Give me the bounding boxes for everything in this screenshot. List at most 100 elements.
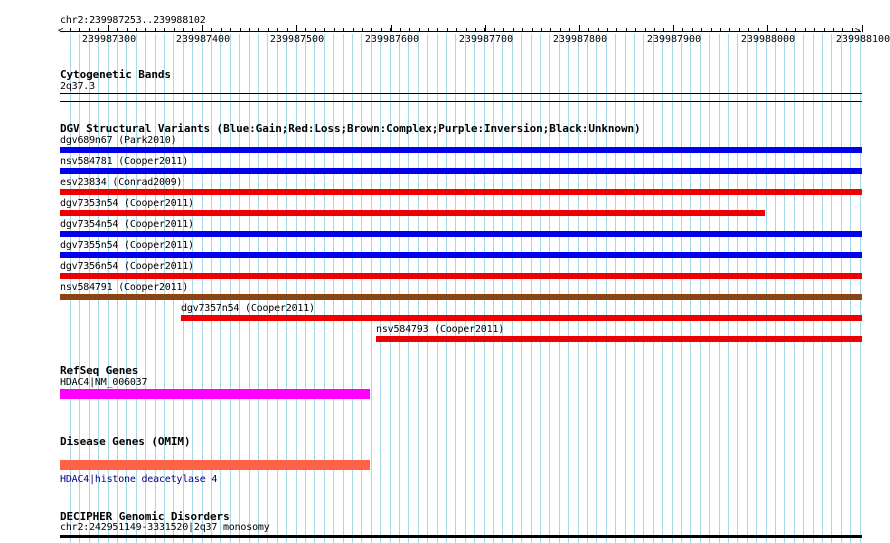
variant-bar-gain[interactable] <box>60 147 862 153</box>
decipher-bar[interactable] <box>60 535 862 538</box>
ruler-minor-tick <box>343 28 344 32</box>
ruler-minor-tick <box>164 28 165 32</box>
ruler-minor-tick <box>814 28 815 32</box>
ruler-minor-tick <box>324 28 325 32</box>
dgv-track-title: DGV Structural Variants (Blue:Gain;Red:L… <box>60 122 641 135</box>
ruler-minor-tick <box>824 28 825 32</box>
ruler-minor-tick <box>748 28 749 32</box>
ruler-minor-tick <box>682 28 683 32</box>
ruler-minor-tick <box>550 28 551 32</box>
ruler-minor-tick <box>277 28 278 32</box>
ruler-minor-tick <box>211 28 212 32</box>
refseq-track-title: RefSeq Genes <box>60 364 139 377</box>
ruler-minor-tick <box>240 28 241 32</box>
ruler-minor-tick <box>287 28 288 32</box>
variant-label[interactable]: dgv7356n54 (Cooper2011) <box>60 261 194 273</box>
ruler-minor-tick <box>419 28 420 32</box>
ruler-minor-tick <box>221 28 222 32</box>
ruler-minor-tick <box>532 28 533 32</box>
ruler-tick-label: 239987600 <box>364 34 420 45</box>
variant-label[interactable]: esv23834 (Conrad2009) <box>60 177 182 189</box>
omim-track-title: Disease Genes (OMIM) <box>60 435 191 448</box>
variant-bar-gain[interactable] <box>60 252 862 258</box>
ruler-minor-tick <box>739 28 740 32</box>
cytoband-label: 2q37.3 <box>60 81 95 92</box>
ruler-minor-tick <box>127 28 128 32</box>
ruler-minor-tick <box>503 28 504 32</box>
ruler-minor-tick <box>296 28 297 32</box>
omim-gene-label[interactable]: HDAC4|histone deacetylase 4 <box>60 474 217 486</box>
ruler-minor-tick <box>842 28 843 32</box>
ruler-minor-tick <box>466 28 467 32</box>
ruler-minor-tick <box>560 28 561 32</box>
ruler-minor-tick <box>833 28 834 32</box>
ruler-minor-tick <box>136 28 137 32</box>
variant-label[interactable]: dgv7355n54 (Cooper2011) <box>60 240 194 252</box>
cytoband-line-bottom <box>60 101 862 102</box>
ruler-minor-tick <box>598 28 599 32</box>
variant-bar-gain[interactable] <box>60 168 862 174</box>
variant-label[interactable]: dgv689n67 (Park2010) <box>60 135 177 147</box>
variant-label[interactable]: dgv7354n54 (Cooper2011) <box>60 219 194 231</box>
ruler-minor-tick <box>456 28 457 32</box>
ruler-tick <box>862 25 863 32</box>
ruler-minor-tick <box>371 28 372 32</box>
ruler-minor-tick <box>729 28 730 32</box>
omim-gene-bar[interactable] <box>60 460 370 470</box>
ruler-minor-tick <box>353 28 354 32</box>
ruler-minor-tick <box>494 28 495 32</box>
variant-label[interactable]: nsv584781 (Cooper2011) <box>60 156 188 168</box>
ruler-minor-tick <box>795 28 796 32</box>
variant-bar-loss[interactable] <box>60 210 765 216</box>
refseq-gene-label[interactable]: HDAC4|NM_006037 <box>60 377 148 389</box>
cytoband-track-title: Cytogenetic Bands <box>60 68 171 81</box>
ruler-minor-tick <box>192 28 193 32</box>
ruler-tick-label: 239988000 <box>740 34 796 45</box>
ruler-minor-tick <box>334 28 335 32</box>
ruler-tick-label: 239987900 <box>646 34 702 45</box>
cytoband-line-top <box>60 93 862 94</box>
ruler-minor-tick <box>654 28 655 32</box>
ruler-minor-tick <box>437 28 438 32</box>
ruler-minor-tick <box>569 28 570 32</box>
ruler-minor-tick <box>89 28 90 32</box>
ruler-minor-tick <box>475 28 476 32</box>
ruler-minor-tick <box>183 28 184 32</box>
ruler-location: chr2:239987253..239988102 <box>60 15 206 26</box>
ruler-minor-tick <box>588 28 589 32</box>
ruler-minor-tick <box>174 28 175 32</box>
variant-label[interactable]: nsv584793 (Cooper2011) <box>376 324 504 336</box>
variant-label[interactable]: nsv584791 (Cooper2011) <box>60 282 188 294</box>
ruler-minor-tick <box>428 28 429 32</box>
refseq-gene-bar[interactable] <box>60 389 370 399</box>
ruler-minor-tick <box>202 28 203 32</box>
ruler-minor-tick <box>145 28 146 32</box>
ruler-minor-tick <box>98 28 99 32</box>
ruler-minor-tick <box>635 28 636 32</box>
ruler-minor-tick <box>692 28 693 32</box>
ruler-minor-tick <box>258 28 259 32</box>
ruler-minor-tick <box>607 28 608 32</box>
variant-bar-loss[interactable] <box>60 273 862 279</box>
decipher-label[interactable]: chr2:242951149-3331520|2q37 monosomy <box>60 522 270 534</box>
ruler-minor-tick <box>70 28 71 32</box>
ruler-minor-tick <box>805 28 806 32</box>
variant-bar-gain[interactable] <box>60 231 862 237</box>
ruler-tick-label: 239987400 <box>175 34 231 45</box>
ruler-minor-tick <box>249 28 250 32</box>
ruler-minor-tick <box>513 28 514 32</box>
variant-bar-loss[interactable] <box>376 336 862 342</box>
variant-bar-complex[interactable] <box>60 294 862 300</box>
ruler-minor-tick <box>645 28 646 32</box>
ruler-minor-tick <box>305 28 306 32</box>
variant-label[interactable]: dgv7357n54 (Cooper2011) <box>181 303 315 315</box>
ruler-tick-label: 239987300 <box>81 34 137 45</box>
variant-bar-loss[interactable] <box>181 315 862 321</box>
variant-bar-loss[interactable] <box>60 189 862 195</box>
ruler-tick-label: 239988100 <box>835 34 890 45</box>
ruler-minor-tick <box>362 28 363 32</box>
ruler-tick <box>485 25 486 32</box>
ruler-minor-tick <box>447 28 448 32</box>
ruler-tick <box>391 25 392 32</box>
variant-label[interactable]: dgv7353n54 (Cooper2011) <box>60 198 194 210</box>
